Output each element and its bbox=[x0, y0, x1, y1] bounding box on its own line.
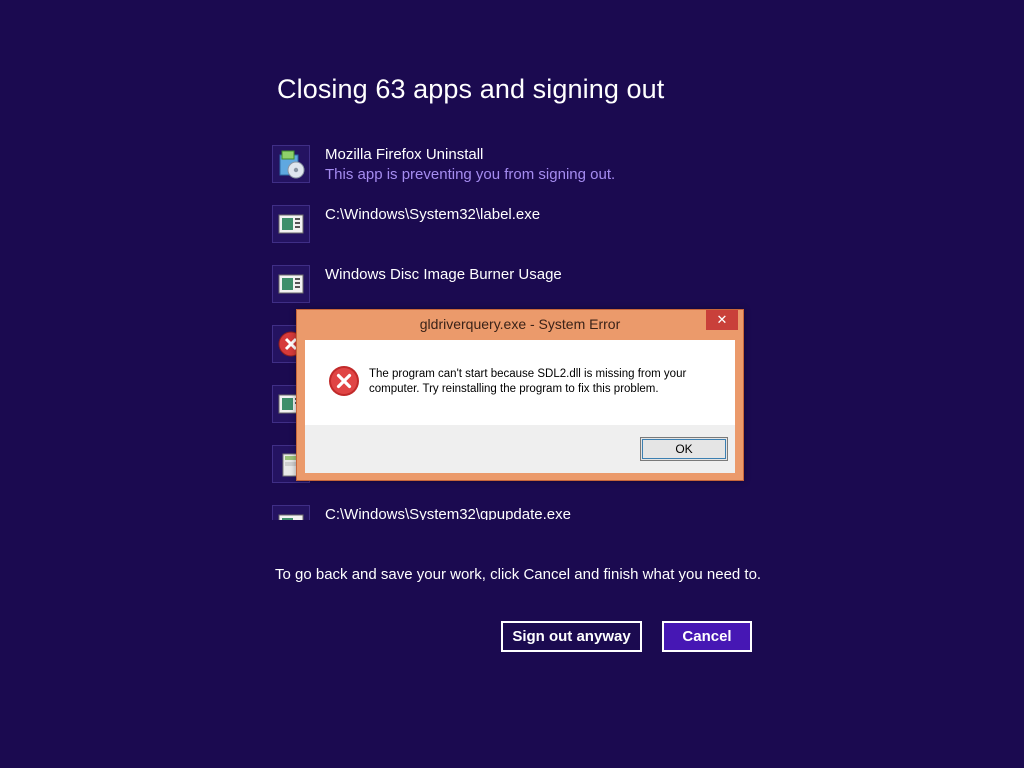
app-list-item: C:\Windows\System32\label.exe bbox=[272, 205, 752, 265]
app-blocking-status: This app is preventing you from signing … bbox=[325, 166, 616, 183]
dialog-footer: OK bbox=[305, 425, 735, 473]
ok-button[interactable]: OK bbox=[640, 437, 728, 461]
dialog-message-area: The program can't start because SDL2.dll… bbox=[305, 340, 735, 425]
sign-out-anyway-button[interactable]: Sign out anyway bbox=[501, 621, 642, 652]
app-name: Mozilla Firefox Uninstall bbox=[325, 146, 484, 163]
dialog-message: The program can't start because SDL2.dll… bbox=[369, 368, 687, 395]
app-name: C:\Windows\System32\gpupdate.exe bbox=[325, 506, 571, 520]
app-list-item: Mozilla Firefox Uninstall This app is pr… bbox=[272, 145, 752, 205]
app-name: C:\Windows\System32\label.exe bbox=[325, 206, 541, 223]
dialog-close-button[interactable]: ✕ bbox=[706, 310, 738, 330]
installer-icon bbox=[272, 145, 310, 183]
app-list-item: C:\Windows\System32\gpupdate.exe bbox=[272, 505, 752, 520]
error-icon bbox=[328, 365, 360, 397]
instruction-text: To go back and save your work, click Can… bbox=[275, 566, 762, 583]
dialog-body: The program can't start because SDL2.dll… bbox=[305, 340, 735, 473]
program-window-icon bbox=[272, 205, 310, 243]
program-window-icon bbox=[272, 265, 310, 303]
error-dialog: gldriverquery.exe - System Error ✕ The p… bbox=[296, 309, 744, 481]
program-window-icon bbox=[272, 505, 310, 520]
app-name: Windows Disc Image Burner Usage bbox=[325, 266, 562, 283]
dialog-title[interactable]: gldriverquery.exe - System Error bbox=[297, 316, 743, 332]
page-title: Closing 63 apps and signing out bbox=[277, 74, 665, 104]
cancel-button[interactable]: Cancel bbox=[662, 621, 752, 652]
